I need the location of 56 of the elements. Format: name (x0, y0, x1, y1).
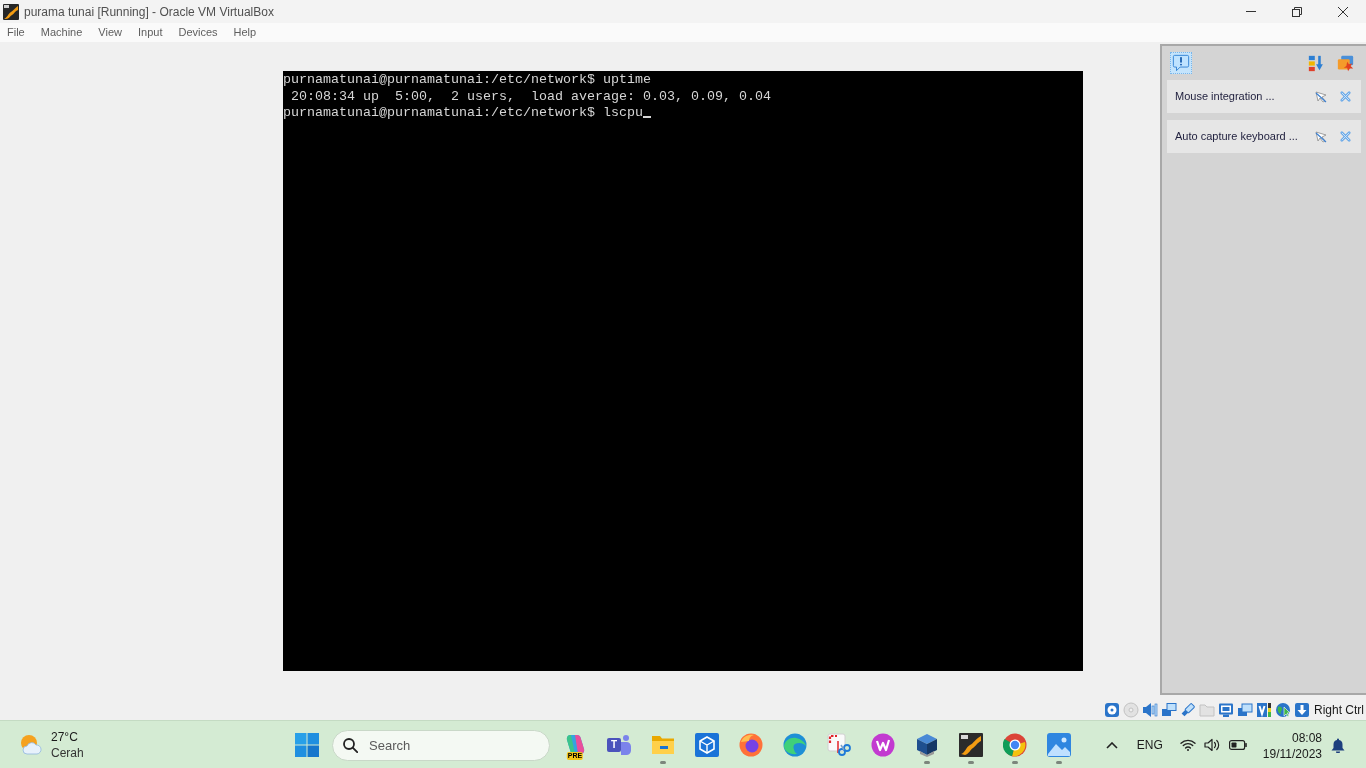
search-field[interactable]: Search (332, 729, 550, 761)
terminal-line: 20:08:34 up 5:00, 2 users, load average: 0.03, 0.09, 0.04 (290, 88, 771, 104)
landscape-image-icon (1047, 733, 1071, 757)
zigzag-circle-icon (871, 733, 895, 757)
scissors-icon (827, 733, 851, 757)
pointer-icon (1315, 130, 1327, 143)
menu-item[interactable]: File (4, 25, 28, 40)
menu-item[interactable]: Help (230, 25, 260, 40)
menu-item[interactable]: Input (134, 25, 166, 40)
fox-globe-icon (739, 733, 763, 757)
dismiss-button[interactable] (1339, 90, 1351, 103)
wave-globe-icon (783, 733, 807, 757)
hide-button[interactable] (1315, 130, 1327, 143)
wifi-icon[interactable] (1179, 739, 1196, 751)
close-icon (1338, 6, 1348, 17)
sort-icon (1307, 54, 1325, 72)
weather-icon (20, 734, 42, 756)
clock-date[interactable]: 19/11/2023 (1262, 746, 1322, 762)
notification-text: Auto capture keyboard ... (1175, 129, 1298, 145)
speech-bubble-icon (1172, 54, 1190, 72)
window-title: purama tunai [Running] - Oracle VM VirtualBox (24, 3, 274, 21)
close-icon (1339, 91, 1351, 102)
host-key-label: Right Ctrl (1314, 702, 1364, 719)
pointer-icon (1315, 90, 1327, 103)
chevron-up-icon (1105, 741, 1118, 749)
menu-item[interactable]: View (95, 25, 125, 40)
folder-icon (651, 733, 675, 757)
windows-logo-icon (295, 733, 319, 757)
hexagon-cube-icon (695, 733, 719, 757)
minimize-icon (1246, 11, 1256, 12)
cube-icon (915, 733, 939, 757)
menu-item[interactable]: Devices (175, 25, 221, 40)
notification-text: Mouse integration ... (1175, 89, 1275, 105)
notification-bell-icon[interactable] (1331, 737, 1345, 753)
search-icon (343, 737, 358, 753)
weather-temperature: 27°C (51, 729, 79, 745)
terminal-line: purnamatunai@purnamatunai:/etc/network$ uptime (283, 72, 651, 87)
wave-tile-icon (959, 733, 983, 757)
ring-logo-icon (1003, 733, 1027, 757)
dismiss-button[interactable] (1339, 130, 1351, 143)
volume-icon[interactable] (1203, 738, 1220, 752)
terminal-line: purnamatunai@purnamatunai:/etc/network$ lscpu (283, 105, 643, 120)
close-icon (1339, 131, 1351, 142)
battery-icon[interactable] (1228, 740, 1247, 750)
people-icon (621, 735, 631, 755)
menu-item[interactable]: Machine (37, 25, 86, 40)
weather-condition: Cerah (51, 745, 84, 761)
hide-button[interactable] (1315, 90, 1327, 103)
clock-time[interactable]: 08:08 (1291, 730, 1322, 746)
taskbar-app-button[interactable]: T (597, 721, 641, 768)
restore-icon (1292, 6, 1302, 17)
alert-button[interactable] (1170, 52, 1192, 74)
folder-burst-icon (1336, 54, 1354, 72)
letter-tile: T (607, 738, 621, 752)
language-indicator[interactable]: ENG (1136, 736, 1163, 754)
app-icon (3, 3, 19, 20)
